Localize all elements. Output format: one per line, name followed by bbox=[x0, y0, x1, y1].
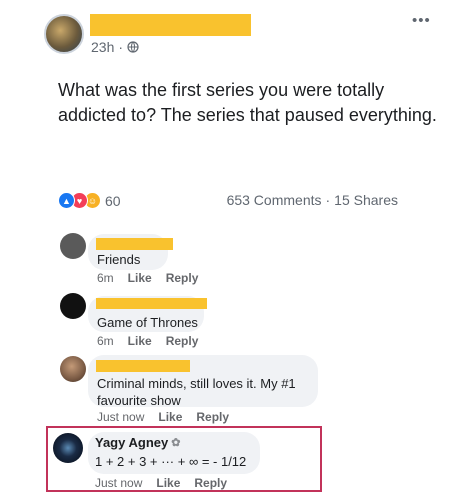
comment-avatar[interactable] bbox=[60, 293, 86, 319]
reply-button[interactable]: Reply bbox=[166, 271, 199, 285]
comment-text: Criminal minds, still loves it. My #1 fa… bbox=[97, 376, 296, 408]
globe-icon bbox=[127, 41, 139, 53]
like-button[interactable]: Like bbox=[128, 271, 152, 285]
post-text: What was the first series you were total… bbox=[58, 80, 437, 125]
comment-text: Game of Thrones bbox=[97, 315, 198, 330]
post-time[interactable]: 23h bbox=[91, 39, 114, 55]
reaction-count: 60 bbox=[105, 192, 121, 209]
more-options-icon[interactable]: ••• bbox=[412, 12, 431, 29]
reply-button[interactable]: Reply bbox=[196, 410, 229, 424]
comment-time[interactable]: Just now bbox=[95, 476, 142, 490]
comment-time[interactable]: 6m bbox=[97, 334, 114, 348]
separator-dot: · bbox=[118, 39, 124, 55]
comment-actions: 6m Like Reply bbox=[97, 334, 198, 348]
comment-actions: Just now Like Reply bbox=[97, 410, 229, 424]
post-meta: 23h · bbox=[91, 39, 139, 55]
reply-button[interactable]: Reply bbox=[194, 476, 227, 490]
commenter-name-redacted bbox=[96, 238, 173, 250]
comment-text: 1 + 2 + 3 + ··· + ∞ = - 1/12 bbox=[95, 454, 247, 469]
reply-button[interactable]: Reply bbox=[166, 334, 199, 348]
comment-actions: 6m Like Reply bbox=[97, 271, 198, 285]
post-author-name-redacted bbox=[90, 14, 251, 36]
comment-text: Friends bbox=[97, 252, 141, 267]
commenter-name[interactable]: Yagy Agney bbox=[95, 435, 168, 450]
badge-icon: ✿ bbox=[171, 437, 181, 449]
comment-time[interactable]: Just now bbox=[97, 410, 144, 424]
reactions-summary[interactable]: ▲ ♥ ☺ 60 bbox=[58, 192, 121, 209]
commenter-name-redacted bbox=[96, 360, 190, 372]
engagement-counts: 653 Comments · 15 Shares bbox=[227, 192, 398, 208]
comment-avatar[interactable] bbox=[60, 233, 86, 259]
like-button[interactable]: Like bbox=[158, 410, 182, 424]
post-author-avatar[interactable] bbox=[44, 14, 84, 54]
comment-time[interactable]: 6m bbox=[97, 271, 114, 285]
comment-avatar[interactable] bbox=[60, 356, 86, 382]
commenter-name-row: Yagy Agney ✿ bbox=[95, 435, 180, 450]
comment-avatar[interactable] bbox=[53, 433, 83, 463]
like-reaction-icon: ▲ bbox=[58, 192, 75, 209]
separator-dot: · bbox=[325, 192, 331, 208]
commenter-name-redacted bbox=[96, 298, 207, 309]
comment-actions: Just now Like Reply bbox=[95, 476, 227, 490]
shares-count[interactable]: 15 Shares bbox=[334, 192, 398, 208]
comments-count[interactable]: 653 Comments bbox=[227, 192, 322, 208]
like-button[interactable]: Like bbox=[156, 476, 180, 490]
like-button[interactable]: Like bbox=[128, 334, 152, 348]
